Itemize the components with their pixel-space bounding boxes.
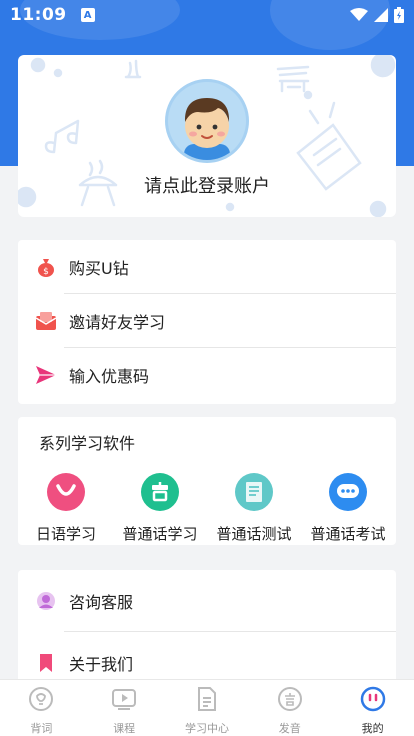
app-mandarin-test[interactable]: 普通话测试 — [207, 473, 301, 544]
series-title: 系列学习软件 — [39, 434, 136, 453]
boy-avatar-icon — [184, 98, 230, 160]
tab-label: 我的 — [361, 722, 384, 735]
app-mandarin-exam[interactable]: 普通话考试 — [301, 473, 395, 544]
envelope-icon — [35, 310, 57, 332]
tab-pronunciation[interactable]: 发音 — [248, 680, 331, 736]
avatar[interactable] — [165, 79, 249, 163]
menu-item-buy-diamonds[interactable]: $ 购买U钻 — [18, 240, 396, 294]
tab-courses[interactable]: 课程 — [83, 680, 166, 736]
menu-item-label: 输入优惠码 — [69, 367, 150, 386]
login-prompt[interactable]: 请点此登录账户 — [18, 172, 396, 198]
menu-card-primary: $ 购买U钻 邀请好友学习 输入优惠码 — [18, 240, 396, 404]
app-label: 普通话考试 — [310, 525, 386, 543]
menu-item-label: 咨询客服 — [69, 593, 134, 612]
tab-label: 学习中心 — [184, 722, 229, 735]
bottom-tab-bar: 背词 课程 学习中心 发音 我的 — [0, 679, 414, 736]
menu-item-enter-coupon[interactable]: 输入优惠码 — [18, 348, 396, 402]
document-app-icon — [235, 473, 273, 511]
tab-vocabulary[interactable]: 背词 — [0, 680, 83, 736]
wifi-icon — [350, 8, 368, 21]
menu-item-label: 关于我们 — [69, 655, 134, 674]
chat-bubble-app-icon — [329, 473, 367, 511]
status-bar: 11:09 A — [0, 0, 414, 30]
profile-card[interactable]: 请点此登录账户 — [18, 55, 396, 217]
battery-icon — [394, 7, 404, 23]
money-bag-icon: $ — [35, 256, 57, 278]
signal-icon — [374, 8, 388, 22]
paper-plane-icon — [35, 364, 57, 386]
app-label: 日语学习 — [35, 525, 96, 543]
document-icon — [197, 687, 216, 711]
customer-service-icon — [35, 590, 57, 612]
app-mandarin-learning[interactable]: 普通话学习 — [113, 473, 207, 544]
menu-item-label: 购买U钻 — [69, 259, 129, 278]
svg-text:$: $ — [43, 267, 49, 277]
tab-mine[interactable]: 我的 — [331, 680, 414, 736]
menu-item-invite-friends[interactable]: 邀请好友学习 — [18, 294, 396, 348]
profile-face-icon — [360, 686, 385, 712]
notification-icon: A — [80, 8, 95, 22]
tab-learning-center[interactable]: 学习中心 — [166, 680, 249, 736]
tab-label: 课程 — [113, 722, 136, 735]
tab-label: 背词 — [30, 722, 53, 735]
pronunciation-icon — [277, 687, 302, 711]
series-apps-card: 系列学习软件 日语学习 普通话学习 普通话测试 普通话考试 — [18, 417, 396, 545]
app-japanese-learning[interactable]: 日语学习 — [19, 473, 113, 544]
app-label: 普通话测试 — [216, 525, 292, 543]
bookmark-icon — [35, 652, 57, 674]
menu-card-secondary: 咨询客服 关于我们 — [18, 570, 396, 690]
mandarin-app-icon — [141, 473, 179, 511]
lightbulb-icon — [29, 687, 54, 711]
tab-label: 发音 — [278, 722, 301, 735]
status-time: 11:09 — [10, 5, 67, 25]
smile-app-icon — [47, 473, 85, 511]
menu-item-customer-service[interactable]: 咨询客服 — [18, 570, 396, 632]
app-label: 普通话学习 — [122, 525, 198, 543]
menu-item-label: 邀请好友学习 — [69, 313, 166, 332]
video-play-icon — [112, 689, 137, 710]
